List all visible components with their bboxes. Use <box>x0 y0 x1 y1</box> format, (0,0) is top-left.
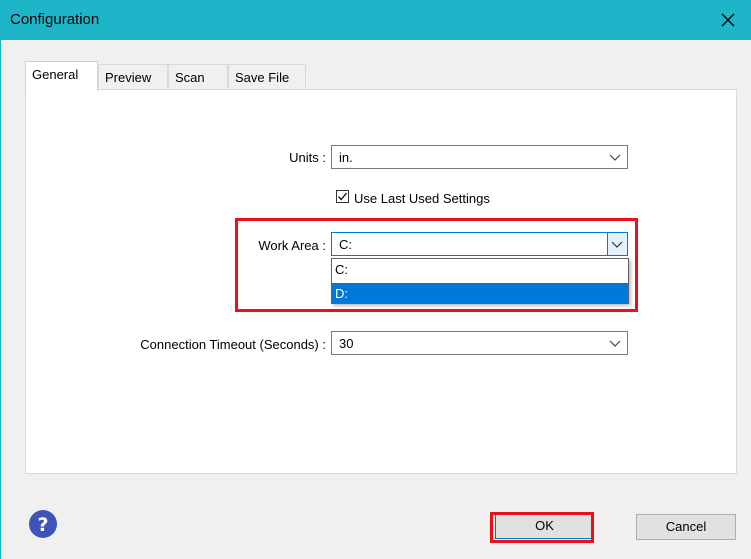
tab-label: Scan <box>175 70 205 85</box>
window-border <box>0 40 1 559</box>
chevron-down-icon <box>609 154 621 161</box>
close-button[interactable] <box>705 0 751 40</box>
chevron-down-icon <box>609 340 621 347</box>
window-title: Configuration <box>10 11 100 28</box>
work-area-highlight <box>235 218 638 312</box>
timeout-value: 30 <box>339 336 354 351</box>
title-bar: Configuration <box>0 0 751 40</box>
tab-label: Save File <box>235 70 290 85</box>
tab-general[interactable]: General <box>25 61 98 91</box>
units-value: in. <box>339 150 353 165</box>
timeout-label: Connection Timeout (Seconds) : <box>140 337 326 352</box>
cancel-button[interactable]: Cancel <box>636 514 736 540</box>
svg-text:?: ? <box>37 514 48 536</box>
tab-label: General <box>32 67 79 82</box>
checkmark-icon <box>337 192 348 201</box>
help-icon: ? <box>29 510 57 538</box>
tab-scan[interactable]: Scan <box>168 64 228 88</box>
ok-highlight <box>490 512 594 543</box>
units-label: Units : <box>289 150 326 165</box>
use-last-settings-label[interactable]: Use Last Used Settings <box>354 191 490 206</box>
tab-save-file[interactable]: Save File <box>228 64 306 88</box>
units-select[interactable]: in. <box>331 145 628 169</box>
help-button[interactable]: ? <box>28 509 58 539</box>
use-last-settings-checkbox[interactable] <box>336 190 349 203</box>
close-icon <box>721 13 735 27</box>
timeout-select[interactable]: 30 <box>331 331 628 355</box>
tab-preview[interactable]: Preview <box>98 64 168 88</box>
tab-label: Preview <box>105 70 152 85</box>
